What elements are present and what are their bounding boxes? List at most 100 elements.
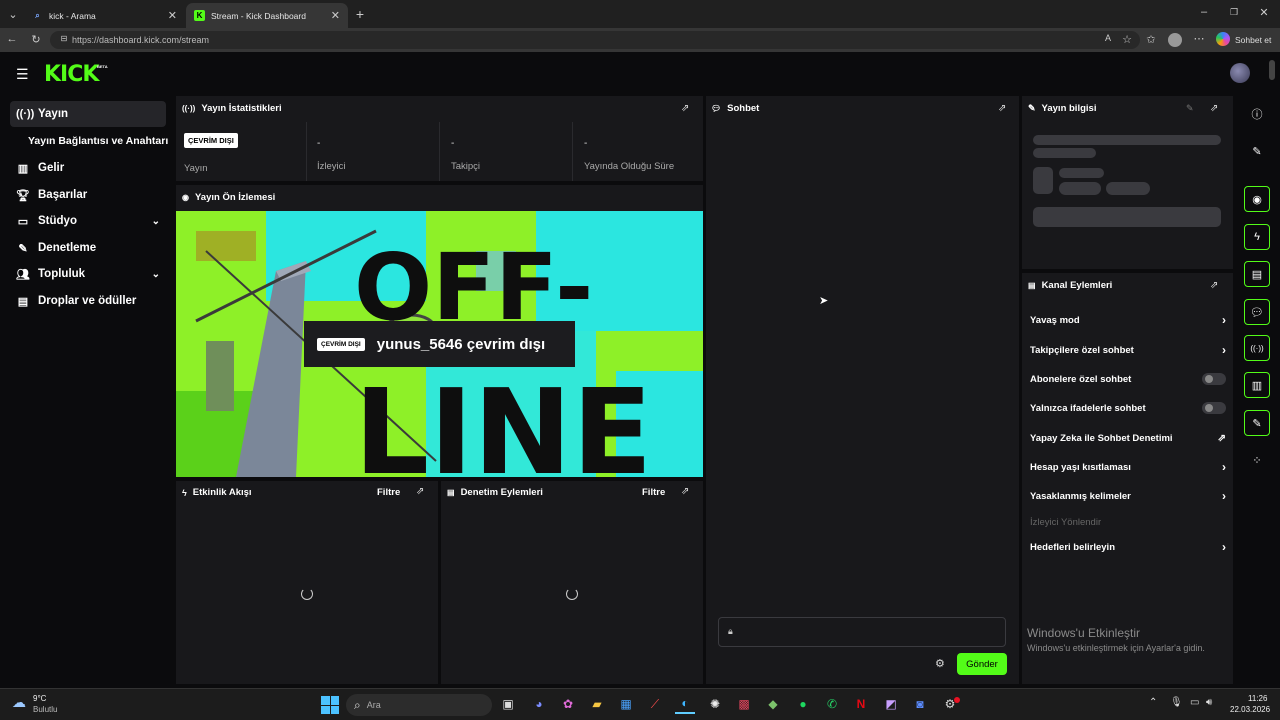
wrench-icon[interactable]: ✎ [1244,410,1270,436]
apps-icon[interactable]: ⁘ [1244,447,1270,473]
sidebar-item-gelir[interactable]: ▥ Gelir [10,155,166,181]
store-icon[interactable]: ▦ [616,694,636,714]
sidebar-item-label: Stüdyo [38,215,77,227]
broadcast-icon[interactable]: ((·)) [1244,335,1270,361]
profile-avatar-icon[interactable] [1168,33,1182,47]
external-link-icon[interactable]: ⇗ [681,103,689,114]
browser-tab-search[interactable]: ⌕ kick - Arama ✕ [24,3,185,28]
page-scrollbar[interactable] [1269,60,1275,80]
app-icon-2[interactable]: ◙ [910,694,930,714]
discord-icon[interactable]: ◕ [529,694,549,714]
external-link-icon[interactable]: ⇗ [1210,280,1218,291]
edge-browser-icon[interactable]: ◐ [675,694,695,714]
read-aloud-icon[interactable]: A [1100,33,1116,43]
action-account-age[interactable]: Hesap yaşı kısıtlaması › [1030,458,1226,476]
netflix-icon[interactable]: N [851,694,871,714]
browser-tab-dashboard[interactable]: K Stream - Kick Dashboard ✕ [186,3,348,28]
start-windows-icon[interactable] [321,696,339,714]
action-ai-moderation[interactable]: Yapay Zeka ile Sohbet Denetimi ⇗ [1030,429,1226,447]
window-close-icon[interactable]: ✕ [1256,6,1272,19]
close-icon[interactable]: ✕ [331,9,340,22]
send-button[interactable]: Gönder [957,653,1007,675]
external-link-icon[interactable]: ⇗ [416,486,424,497]
action-banned-words[interactable]: Yasaklanmış kelimeler › [1030,487,1226,505]
sidebar-item-basarilar[interactable]: 🏆︎ Başarılar [10,182,166,208]
microphone-icon[interactable]: 🎙︎ [1170,697,1183,708]
wrench-icon: ✎ [1028,103,1036,113]
activity-filter-button[interactable]: Filtre [377,487,400,498]
moderation-panel [441,481,703,684]
copilot-icon[interactable] [1216,32,1230,46]
external-link-icon[interactable]: ⇗ [1210,103,1218,114]
tray-chevron-up-icon[interactable]: ⌃ [1149,697,1157,708]
favorite-star-icon[interactable]: ☆ [1119,33,1135,46]
network-icon[interactable]: ▭ [1190,697,1199,708]
edit-icon[interactable]: ✎ [1244,138,1270,164]
panel-title: ◉ Yayın Ön İzlemesi [182,192,275,203]
chat-panel [706,96,1019,684]
chatgpt-icon[interactable]: ✺ [705,694,725,714]
copilot-app-icon[interactable]: ✿ [558,694,578,714]
emotes-only-toggle[interactable] [1202,402,1226,414]
activity-feed-panel [176,481,438,684]
action-label: Yasaklanmış kelimeler [1030,490,1131,502]
spotify-icon[interactable]: ● [793,694,813,714]
clock-date[interactable]: 22.03.2026 [1230,705,1270,714]
tab-list-icon[interactable]: ⌄ [5,8,21,21]
action-slow-mode[interactable]: Yavaş mod › [1030,311,1226,329]
minimize-icon[interactable]: – [1196,6,1212,18]
info-icon[interactable]: ⓘ [1244,101,1270,127]
sidebar-item-yayin[interactable]: ((·)) Yayın [10,101,166,127]
weather-temp[interactable]: 9°C [33,694,46,703]
app-header [0,52,1280,94]
copilot-label[interactable]: Sohbet et [1235,35,1271,45]
camera-icon[interactable]: ◉ [1244,186,1270,212]
menu-icon[interactable]: ☰ [16,66,29,83]
chat-bubble-icon[interactable]: 💬︎ [1244,299,1270,325]
kick-logo[interactable]: KICK [44,62,99,87]
sidebar-item-topluluk[interactable]: 👥︎ Topluluk ⌄ [10,261,166,287]
whatsapp-icon[interactable]: ✆ [822,694,842,714]
game-launcher-icon[interactable]: ⟋ [645,694,665,714]
document-icon[interactable]: ▤ [1244,261,1270,287]
subscribers-only-toggle[interactable] [1202,373,1226,385]
maximize-icon[interactable]: ❐ [1226,7,1242,18]
close-icon[interactable]: ✕ [168,9,177,22]
file-explorer-icon[interactable]: ▰ [587,694,607,714]
url-field[interactable]: https://dashboard.kick.com/stream [50,31,1140,49]
favorites-icon[interactable]: ✩ [1143,33,1159,46]
offline-badge: ÇEVRİM DIŞI [317,337,365,351]
stat-uptime-label: Yayında Olduğu Süre [584,156,674,174]
task-view-icon[interactable]: ▣ [498,694,518,714]
volume-icon[interactable]: 🔊︎ [1206,697,1212,708]
external-link-icon[interactable]: ⇗ [998,103,1006,114]
action-set-goals[interactable]: Hedefleri belirleyin › [1030,538,1226,556]
stat-label: Takipçi [451,161,481,172]
moderation-filter-button[interactable]: Filtre [642,487,665,498]
stat-value: - [584,138,588,149]
minecraft-icon[interactable]: ◆ [763,694,783,714]
new-tab-icon[interactable]: + [352,6,368,22]
back-icon[interactable]: ← [4,33,20,45]
lightning-icon[interactable]: ϟ [1244,224,1270,250]
chat-input[interactable] [718,617,1006,647]
app-icon[interactable]: ▩ [734,694,754,714]
sidebar-item-droplar[interactable]: ▤ Droplar ve ödüller [10,288,166,314]
reload-icon[interactable]: ↻ [28,33,44,46]
site-info-icon[interactable]: ⊟ [56,34,72,43]
clock-time[interactable]: 11:26 [1248,694,1267,703]
layout-icon[interactable]: ▥ [1244,372,1270,398]
action-followers-only[interactable]: Takipçilere özel sohbet › [1030,341,1226,359]
more-icon[interactable]: ⋯ [1191,32,1207,45]
sidebar-item-studyo[interactable]: ▭ Stüdyo ⌄ [10,208,166,234]
taskbar-search[interactable]: ⌕ Ara [346,694,492,716]
sidebar-item-denetleme[interactable]: ✎ Denetleme [10,235,166,261]
gear-icon[interactable]: ⚙ [935,657,945,670]
user-avatar[interactable] [1230,63,1250,83]
edit-icon[interactable]: ✎ [1186,103,1194,114]
external-link-icon[interactable]: ⇗ [681,486,689,497]
video-editor-icon[interactable]: ◩ [881,694,901,714]
sidebar-item-stream-key[interactable]: Yayın Bağlantısı ve Anahtarı [22,128,172,154]
weather-desc[interactable]: Bulutlu [33,705,57,714]
weather-cloud-icon[interactable]: ☁ [12,694,26,711]
